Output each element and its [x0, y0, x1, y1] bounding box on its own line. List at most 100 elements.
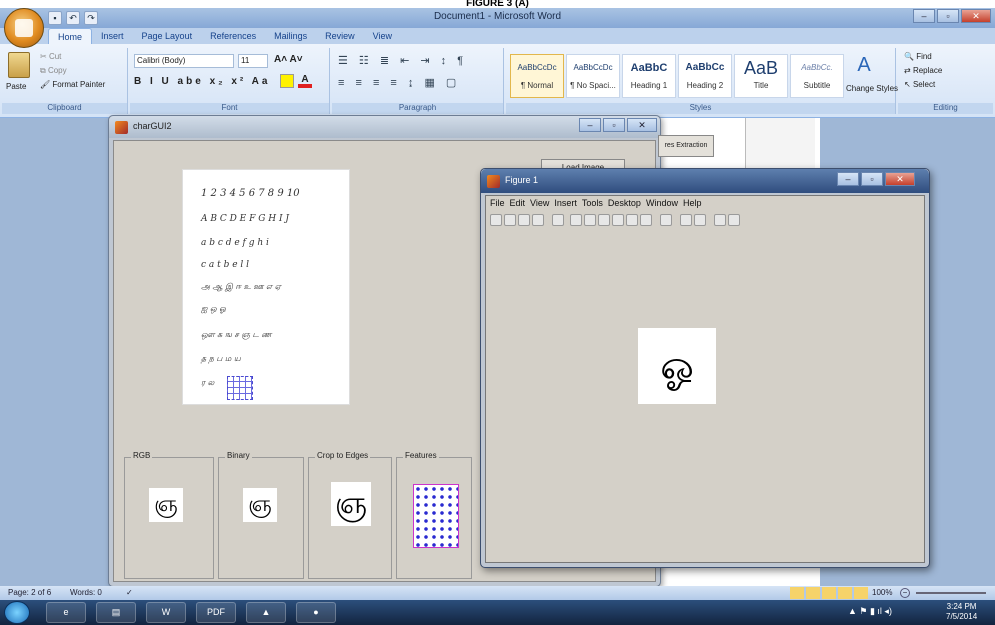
replace-button[interactable]: ⇄ Replace	[904, 66, 942, 75]
menu-help[interactable]: Help	[683, 198, 702, 208]
new-figure-icon[interactable]	[490, 214, 502, 226]
grow-font-icon[interactable]: A˄ A˅	[274, 54, 303, 65]
alignment-buttons[interactable]: ≡ ≡ ≡ ≡ ↨ ▦ ▢	[338, 76, 460, 89]
legend-icon[interactable]	[694, 214, 706, 226]
features-panel-title: Features	[403, 451, 439, 460]
sample-line: அ ஆ இ ஈ உ ஊ எ ஏ	[201, 282, 282, 291]
tab-review[interactable]: Review	[316, 28, 364, 44]
file-explorer-icon[interactable]: ▤	[96, 602, 136, 623]
close-button[interactable]: ✕	[961, 9, 991, 23]
selection-grid-overlay	[227, 376, 253, 400]
save-icon[interactable]: ▪	[48, 11, 62, 25]
tab-page-layout[interactable]: Page Layout	[133, 28, 202, 44]
menu-desktop[interactable]: Desktop	[608, 198, 641, 208]
zoom-level: 100%	[872, 588, 893, 597]
menu-window[interactable]: Window	[646, 198, 678, 208]
clock[interactable]: 3:24 PM 7/5/2014	[946, 602, 977, 622]
select-button[interactable]: ↖ Select	[904, 80, 935, 89]
tab-references[interactable]: References	[201, 28, 265, 44]
save-icon[interactable]	[518, 214, 530, 226]
menu-insert[interactable]: Insert	[554, 198, 577, 208]
maximize-button[interactable]: ▫	[861, 172, 883, 186]
print-icon[interactable]	[532, 214, 544, 226]
list-buttons[interactable]: ☰ ☷ ≣ ⇤ ⇥ ↕ ¶	[338, 54, 467, 67]
link-icon[interactable]	[660, 214, 672, 226]
style-no-spacing[interactable]: AaBbCcDc ¶ No Spaci...	[566, 54, 620, 98]
start-button[interactable]	[4, 601, 30, 624]
close-button[interactable]: ✕	[885, 172, 915, 186]
office-button[interactable]	[4, 8, 44, 48]
pdf-icon[interactable]: PDF	[196, 602, 236, 623]
sample-line: c a t b e l l	[201, 260, 250, 270]
show-plot-tools-icon[interactable]	[728, 214, 740, 226]
style-subtitle[interactable]: AaBbCc. Subtitle	[790, 54, 844, 98]
colorbar-icon[interactable]	[680, 214, 692, 226]
change-styles-button[interactable]: Change Styles	[846, 84, 898, 93]
menu-file[interactable]: File	[490, 198, 505, 208]
tab-view[interactable]: View	[364, 28, 401, 44]
copy-button[interactable]: ⧉ Copy	[40, 66, 67, 76]
change-styles-icon[interactable]: A	[852, 54, 876, 78]
font-name-field[interactable]: Calibri (Body)	[134, 54, 234, 68]
zoom-slider[interactable]	[916, 592, 986, 594]
page-count: Page: 2 of 6	[8, 588, 52, 597]
font-size-field[interactable]: 11	[238, 54, 268, 68]
style-title[interactable]: AaB Title	[734, 54, 788, 98]
style-normal[interactable]: AaBbCcDc ¶ Normal	[510, 54, 564, 98]
editing-group: 🔍 Find ⇄ Replace ↖ Select Editing	[898, 48, 993, 114]
zoom-out-icon[interactable]: −	[900, 588, 910, 598]
menu-view[interactable]: View	[530, 198, 549, 208]
hide-plot-tools-icon[interactable]	[714, 214, 726, 226]
pointer-icon[interactable]	[552, 214, 564, 226]
paste-icon[interactable]	[8, 52, 30, 78]
rotate-icon[interactable]	[612, 214, 624, 226]
matlab-icon	[487, 175, 500, 188]
close-button[interactable]: ✕	[627, 118, 657, 132]
pan-icon[interactable]	[598, 214, 610, 226]
zoom-in-icon[interactable]	[570, 214, 582, 226]
minimize-button[interactable]: –	[913, 9, 935, 23]
features-extraction-button[interactable]: res Extraction	[658, 135, 714, 157]
word-icon[interactable]: W	[146, 602, 186, 623]
style-heading-1[interactable]: AaBbC Heading 1	[622, 54, 676, 98]
menu-tools[interactable]: Tools	[582, 198, 603, 208]
minimize-button[interactable]: –	[837, 172, 859, 186]
figure-1-window[interactable]: Figure 1 – ▫ ✕ File Edit View Insert Too…	[480, 168, 930, 568]
figure-window-controls: – ▫ ✕	[837, 172, 915, 186]
open-icon[interactable]	[504, 214, 516, 226]
rgb-character-image: ஞ	[149, 488, 183, 522]
highlight-icon[interactable]	[280, 74, 294, 88]
tab-insert[interactable]: Insert	[92, 28, 133, 44]
internet-explorer-icon[interactable]: e	[46, 602, 86, 623]
find-button[interactable]: 🔍 Find	[904, 52, 932, 61]
cut-button[interactable]: ✂ Cut	[40, 52, 61, 61]
undo-icon[interactable]: ↶	[66, 11, 80, 25]
maximize-button[interactable]: ▫	[937, 9, 959, 23]
maximize-button[interactable]: ▫	[603, 118, 625, 132]
clipboard-label: Clipboard	[2, 103, 127, 114]
feature-grid-image	[413, 484, 459, 548]
brush-icon[interactable]	[640, 214, 652, 226]
font-color-icon[interactable]: A	[298, 74, 312, 88]
zoom-out-icon[interactable]	[584, 214, 596, 226]
view-buttons[interactable]	[790, 587, 868, 599]
cropped-character-image: ஞ	[331, 482, 371, 526]
paste-button[interactable]: Paste	[6, 82, 26, 91]
format-painter-button[interactable]: 🖌 Format Painter	[40, 80, 105, 89]
font-format-buttons[interactable]: B I U abe x₂ x² Aa	[134, 76, 270, 87]
tab-mailings[interactable]: Mailings	[265, 28, 316, 44]
style-heading-2[interactable]: AaBbCc Heading 2	[678, 54, 732, 98]
figure-title-bar[interactable]: Figure 1 – ▫ ✕	[481, 169, 929, 193]
firefox-icon[interactable]: ●	[296, 602, 336, 623]
tray-icons[interactable]: ▲ ⚑ ▮ ıl ◂)	[848, 606, 892, 617]
tab-home[interactable]: Home	[48, 28, 93, 44]
redo-icon[interactable]: ↷	[84, 11, 98, 25]
chargui2-title-bar[interactable]: charGUI2 – ▫ ✕	[109, 116, 660, 138]
menu-edit[interactable]: Edit	[510, 198, 526, 208]
minimize-button[interactable]: –	[579, 118, 601, 132]
chargui2-controls: – ▫ ✕	[579, 118, 657, 132]
data-cursor-icon[interactable]	[626, 214, 638, 226]
taskbar: e ▤ W PDF ▲ ● ▲ ⚑ ▮ ıl ◂) 3:24 PM 7/5/20…	[0, 600, 995, 625]
ribbon-tabs: Home Insert Page Layout References Maili…	[0, 28, 995, 44]
matlab-taskbar-icon[interactable]: ▲	[246, 602, 286, 623]
